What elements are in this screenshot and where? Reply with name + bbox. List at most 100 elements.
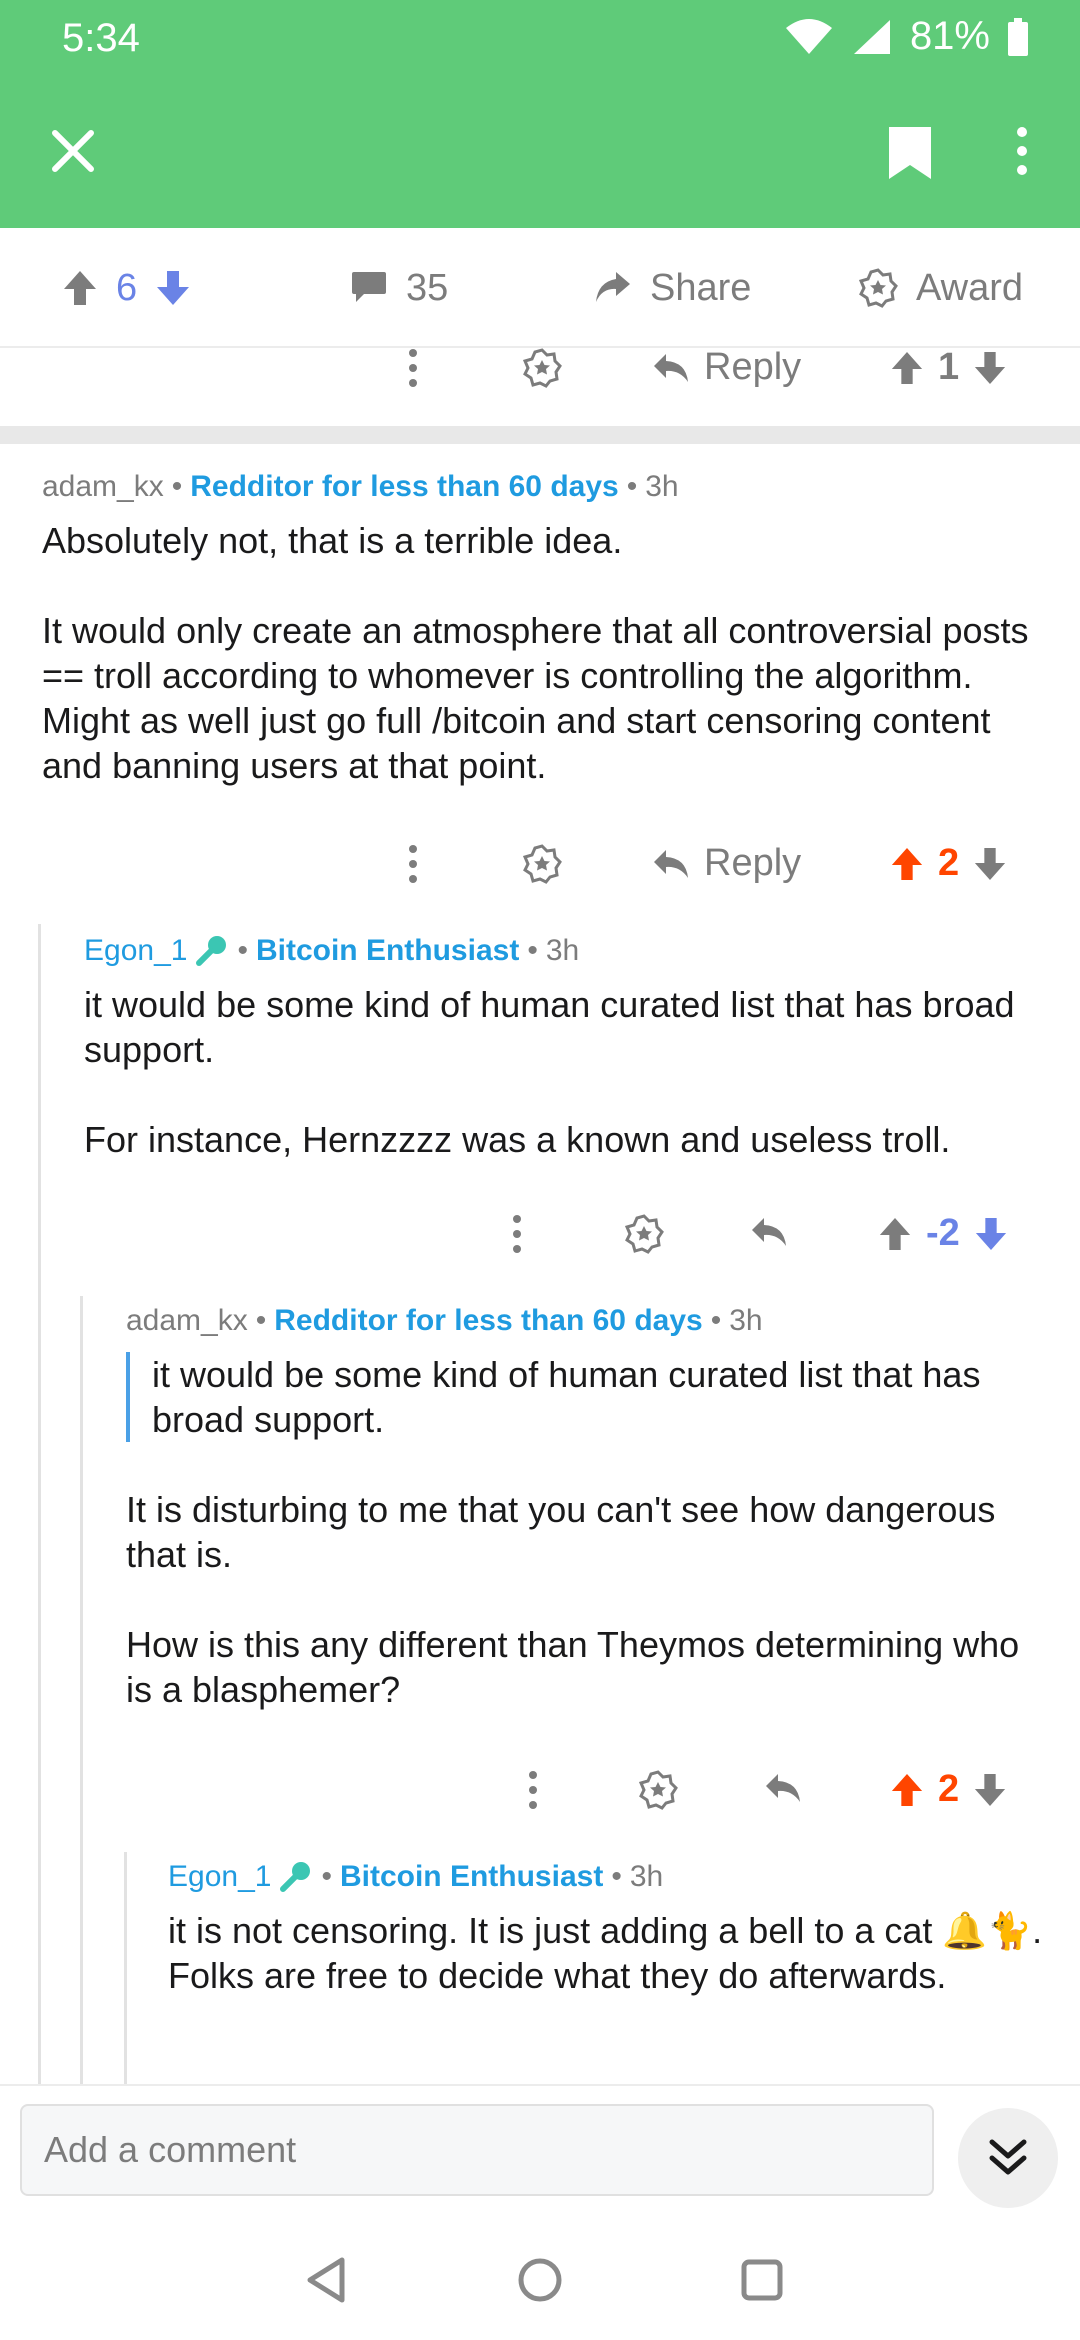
comment-award-button[interactable] [624, 1214, 664, 1254]
comment-separator [0, 426, 1080, 444]
comment-author[interactable]: adam_kx [126, 1304, 248, 1338]
close-button[interactable] [40, 118, 106, 184]
bookmark-icon [889, 127, 931, 179]
comment-reply-button[interactable]: Reply [652, 346, 801, 389]
battery-percent: 81% [909, 14, 990, 58]
downvote-icon[interactable] [974, 1216, 1008, 1252]
comment-reply-button[interactable] [764, 1772, 802, 1804]
comment-more-button[interactable] [528, 1770, 538, 1810]
comment-vote-group: -2 [878, 1212, 1008, 1255]
system-navigation-bar [0, 2210, 1080, 2340]
reply-icon [654, 353, 688, 382]
status-bar: 5:34 81% [0, 0, 1080, 84]
nav-back-button[interactable] [296, 2250, 356, 2310]
comments-count: 35 [406, 266, 449, 309]
comment-score: -2 [926, 1212, 960, 1254]
award-icon [522, 348, 562, 388]
comment-author[interactable]: adam_kx [42, 470, 164, 504]
upvote-icon[interactable] [890, 350, 924, 386]
previous-comment-actions: Reply 1 [0, 346, 1080, 428]
comment-score: 2 [938, 1768, 960, 1810]
comment-score: 2 [938, 842, 960, 884]
comment-award-button[interactable] [522, 348, 562, 388]
comment-actions: Reply 2 [0, 842, 1080, 924]
add-comment-input[interactable]: Add a comment [20, 2104, 934, 2196]
app-header: 5:34 81% [0, 0, 1080, 228]
comment-paragraph: Absolutely not, that is a terrible idea. [42, 520, 623, 561]
close-icon [52, 130, 94, 172]
share-button[interactable]: Share [592, 228, 751, 348]
comment-paragraph: It would only create an atmosphere that … [42, 610, 1029, 786]
comment-vote-group: 2 [890, 1768, 1007, 1811]
reply-label: Reply [704, 842, 802, 884]
comments-button[interactable]: 35 [350, 228, 448, 348]
cell-signal-icon [853, 19, 890, 54]
award-icon [858, 268, 898, 308]
comment-reply-button[interactable] [750, 1216, 788, 1248]
comment-actions: -2 [0, 1212, 1080, 1294]
reply-icon [766, 1774, 800, 1802]
comment-body: it is not censoring. It is just adding a… [168, 1908, 1048, 1998]
award-icon [522, 844, 562, 884]
thread-line [124, 1852, 127, 2084]
upvote-icon[interactable] [62, 269, 98, 307]
comment-bar: Add a comment [0, 2084, 1080, 2210]
battery-icon [1008, 17, 1028, 56]
recents-square-icon [741, 2259, 783, 2301]
comment-actions: 2 [0, 1768, 1080, 1850]
downvote-icon[interactable] [973, 1772, 1007, 1808]
comment-time: 3h [545, 934, 580, 967]
comment-body: it would be some kind of human curated l… [126, 1352, 1046, 1712]
back-triangle-icon [307, 2257, 345, 2303]
comment-body: it would be some kind of human curated l… [84, 982, 1044, 1162]
comment-meta: adam_kx • Redditor for less than 60 days… [126, 1304, 763, 1338]
bookmark-button[interactable] [880, 120, 940, 186]
comment-award-button[interactable] [522, 844, 562, 884]
comment-meta: adam_kx • Redditor for less than 60 days… [42, 470, 679, 504]
user-flair: Redditor for less than 60 days [274, 1304, 703, 1337]
comment-more-button[interactable] [408, 844, 418, 884]
reply-icon [654, 849, 688, 878]
comment-body: Absolutely not, that is a terrible idea.… [42, 518, 1042, 788]
more-vertical-icon [513, 1215, 521, 1253]
comment-paragraph: it would be some kind of human curated l… [84, 984, 1015, 1070]
nav-recents-button[interactable] [732, 2250, 792, 2310]
upvote-icon[interactable] [890, 1772, 924, 1808]
share-icon [596, 272, 630, 302]
comment-reply-button[interactable]: Reply [652, 842, 801, 885]
comment-icon [352, 272, 386, 302]
comment-award-button[interactable] [638, 1770, 678, 1810]
comment-time: 3h [629, 1860, 664, 1893]
comment-author[interactable]: Egon_1 [84, 934, 187, 968]
comment-more-button[interactable] [408, 348, 418, 388]
downvote-icon[interactable] [155, 269, 191, 307]
comment-time: 3h [729, 1304, 763, 1337]
comment-author[interactable]: Egon_1 [168, 1860, 271, 1894]
award-button[interactable]: Award [858, 228, 1023, 348]
comment: adam_kx • Redditor for less than 60 days… [126, 1304, 1046, 1712]
comment-paragraph: it is not censoring. It is just adding a… [168, 1910, 1043, 1996]
comment: Egon_1 • Bitcoin Enthusiast • 3h it is n… [168, 1860, 1048, 1998]
award-icon [638, 1770, 678, 1810]
downvote-icon[interactable] [973, 846, 1007, 882]
award-icon [624, 1214, 664, 1254]
reply-icon [752, 1218, 786, 1246]
more-vertical-icon [409, 845, 417, 883]
comment-more-button[interactable] [512, 1214, 522, 1254]
upvote-icon[interactable] [878, 1216, 912, 1252]
more-vertical-icon [409, 349, 417, 387]
nav-home-button[interactable] [510, 2250, 570, 2310]
status-time: 5:34 [62, 16, 140, 60]
thread-line [80, 1296, 83, 2084]
user-flair: Bitcoin Enthusiast [255, 934, 520, 967]
downvote-icon[interactable] [973, 350, 1007, 386]
comment: Egon_1 • Bitcoin Enthusiast • 3h it woul… [84, 934, 1044, 1162]
more-options-button[interactable] [1000, 118, 1044, 184]
jump-next-comment-button[interactable] [958, 2108, 1058, 2208]
share-label: Share [650, 266, 752, 309]
post-action-bar: 6 35 Share Award [0, 228, 1080, 348]
comment-score: 1 [938, 346, 960, 388]
upvote-icon[interactable] [890, 846, 924, 882]
user-flair: Bitcoin Enthusiast [339, 1860, 604, 1893]
comment-paragraph: How is this any different than Theymos d… [126, 1624, 1020, 1710]
